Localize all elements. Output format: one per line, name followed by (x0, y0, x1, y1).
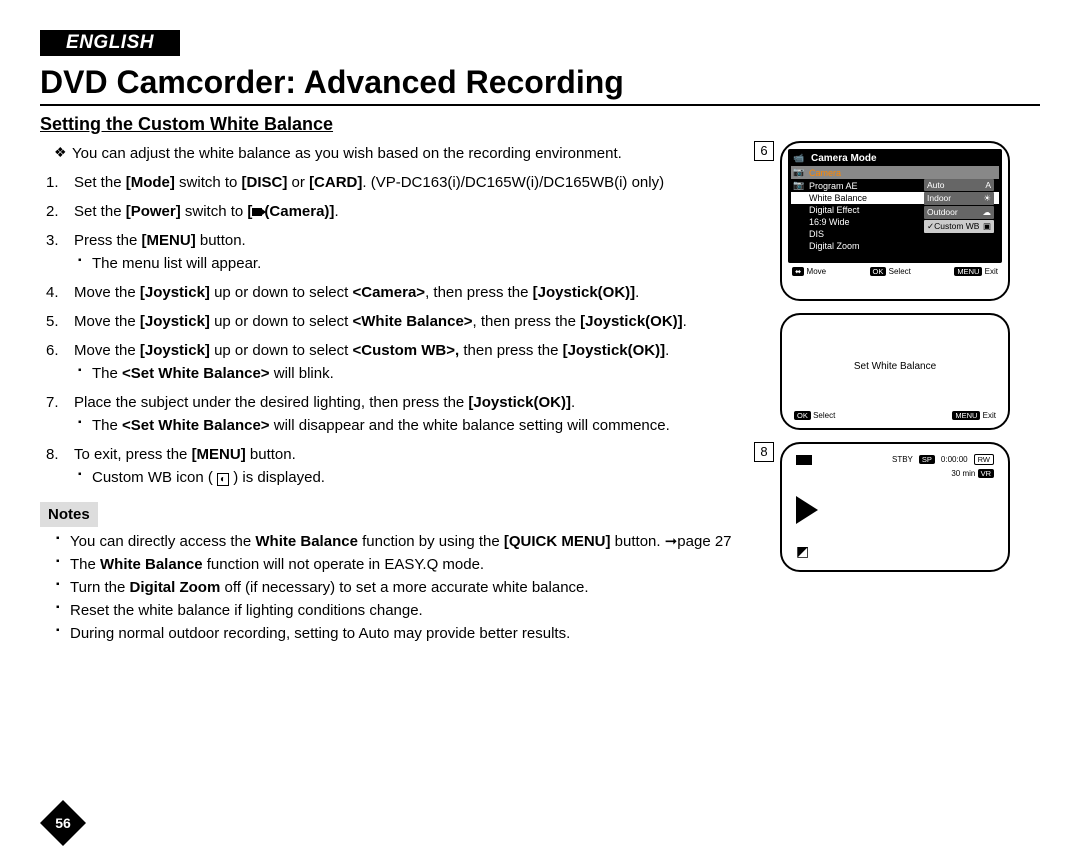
page-title: DVD Camcorder: Advanced Recording (40, 64, 1040, 106)
record-screen: STBY SP 0:00:00 RW 30 min VR ◩ (780, 442, 1010, 572)
menu-category-active: Camera (809, 168, 841, 178)
note-item: Reset the white balance if lighting cond… (70, 600, 764, 621)
rw-badge: RW (974, 454, 994, 465)
set-wb-screen: Set White Balance OK Select MENU Exit (780, 313, 1010, 430)
wb-option: ✓Custom WB▣ (924, 220, 994, 233)
custom-wb-icon: ◩ (796, 543, 809, 560)
menu-footer: ⬌ Move OK Select MENU Exit (788, 267, 1002, 276)
figure-number: 8 (754, 442, 774, 462)
camcorder-icon: 📹 (793, 153, 805, 164)
notes-heading: Notes (40, 502, 98, 527)
figure-6: 6 📹Camera Mode 📷Camera 📷Program AEWhite … (780, 141, 1040, 301)
menu-chip: MENU (952, 411, 980, 420)
note-item: You can directly access the White Balanc… (70, 531, 764, 552)
figure-set-wb: Set White Balance OK Select MENU Exit (780, 313, 1040, 430)
screen-footer: OK Select MENU Exit (788, 411, 1002, 422)
step-item: To exit, press the [MENU] button.Custom … (70, 444, 764, 488)
language-tag: ENGLISH (40, 30, 180, 56)
battery-icon (796, 455, 812, 465)
instructions-column: You can adjust the white balance as you … (40, 141, 764, 646)
notes-list: You can directly access the White Balanc… (40, 531, 764, 644)
step-sub: The menu list will appear. (92, 253, 764, 274)
section-subtitle: Setting the Custom White Balance (40, 114, 1040, 135)
step-item: Move the [Joystick] up or down to select… (70, 311, 764, 332)
camera-menu-screen: 📹Camera Mode 📷Camera 📷Program AEWhite Ba… (780, 141, 1010, 301)
ok-chip: OK (870, 267, 887, 276)
step-list: Set the [Mode] switch to [DISC] or [CARD… (40, 172, 764, 488)
stby-label: STBY (892, 455, 913, 464)
figure-8: 8 STBY SP 0:00:00 RW 30 min VR ◩ (780, 442, 1040, 572)
time-label: 0:00:00 (941, 455, 968, 464)
intro-text: You can adjust the white balance as you … (40, 143, 764, 164)
menu-title: Camera Mode (809, 152, 879, 165)
step-item: Set the [Power] switch to [(Camera)]. (70, 201, 764, 222)
wb-option: AutoA (924, 179, 994, 191)
exit-label: Exit (985, 267, 998, 276)
play-icon (796, 496, 818, 524)
step-item: Move the [Joystick] up or down to select… (70, 340, 764, 384)
step-sub: The <Set White Balance> will blink. (92, 363, 764, 384)
select-label: Select (813, 411, 835, 420)
set-wb-text: Set White Balance (788, 321, 1002, 411)
move-chip: ⬌ (792, 267, 804, 276)
vr-badge: VR (978, 469, 994, 478)
page-number-badge: 56 (40, 800, 86, 846)
step-item: Move the [Joystick] up or down to select… (70, 282, 764, 303)
step-item: Place the subject under the desired ligh… (70, 392, 764, 436)
step-sub: The <Set White Balance> will disappear a… (92, 415, 764, 436)
note-item: Turn the Digital Zoom off (if necessary)… (70, 577, 764, 598)
step-item: Press the [MENU] button.The menu list wi… (70, 230, 764, 274)
wb-option: Indoor☀ (924, 192, 994, 205)
sp-badge: SP (919, 455, 935, 464)
note-item: The White Balance function will not oper… (70, 554, 764, 575)
ok-chip: OK (794, 411, 811, 420)
menu-item: Digital Zoom (791, 240, 999, 252)
menu-chip: MENU (954, 267, 982, 276)
step-sub: Custom WB icon ( ◐ ) is displayed. (92, 467, 764, 488)
exit-label: Exit (983, 411, 996, 420)
page-number: 56 (40, 800, 86, 846)
figures-column: 6 📹Camera Mode 📷Camera 📷Program AEWhite … (780, 141, 1040, 646)
camera-icon: 📷 (793, 167, 805, 178)
remain-label: 30 min (951, 469, 975, 478)
step-item: Set the [Mode] switch to [DISC] or [CARD… (70, 172, 764, 193)
wb-option: Outdoor☁ (924, 206, 994, 219)
figure-number: 6 (754, 141, 774, 161)
select-label: Select (889, 267, 911, 276)
note-item: During normal outdoor recording, setting… (70, 623, 764, 644)
move-label: Move (807, 267, 827, 276)
